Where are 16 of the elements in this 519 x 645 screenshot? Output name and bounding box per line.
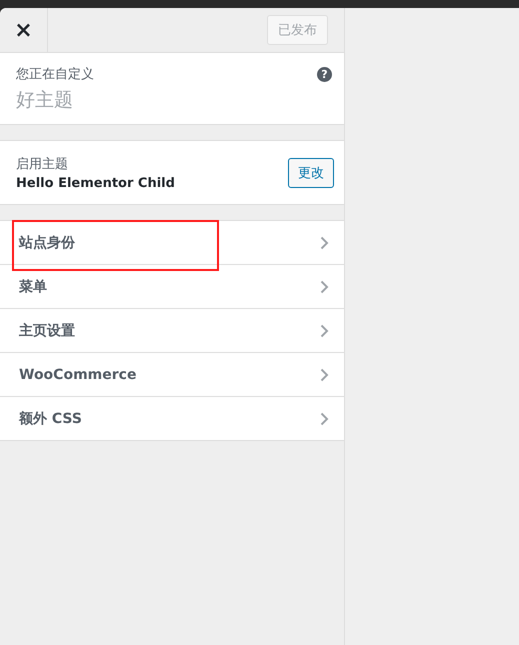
chevron-icon — [320, 368, 329, 382]
help-button[interactable]: ? — [317, 66, 332, 82]
section-item[interactable]: 额外 CSS — [0, 397, 344, 441]
chevron-icon — [320, 280, 329, 294]
chevron-icon — [320, 412, 329, 426]
active-theme-caption: 启用主题 — [16, 156, 69, 172]
site-title: 好主题 — [16, 88, 74, 113]
section-item[interactable]: 站点身份 — [0, 221, 344, 265]
theme-name: Hello Elementor Child — [16, 176, 175, 190]
change-button[interactable]: 更改 — [288, 158, 334, 188]
customizing-caption: 您正在自定义 — [16, 66, 94, 83]
chevron-icon — [320, 324, 329, 338]
section-item[interactable]: 主页设置 — [0, 309, 344, 353]
section-item[interactable]: WooCommerce — [0, 353, 344, 397]
chevron-icon — [320, 236, 329, 250]
section-item[interactable]: 菜单 — [0, 265, 344, 309]
